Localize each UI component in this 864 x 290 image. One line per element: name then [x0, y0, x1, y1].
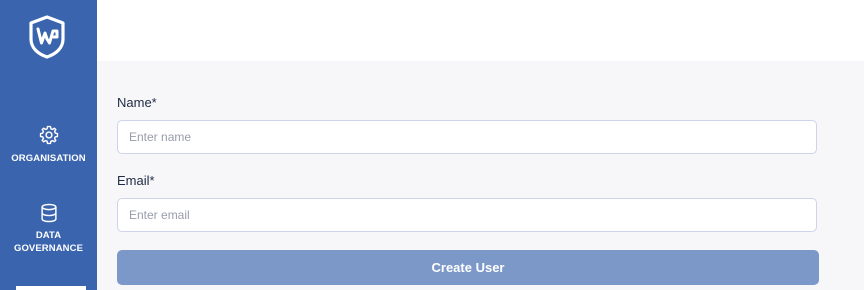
name-input[interactable] — [117, 120, 817, 154]
sidebar: ORGANISATION DATA GOVERNANCE — [0, 0, 97, 290]
sidebar-item-data-governance[interactable]: DATA GOVERNANCE — [0, 202, 97, 255]
sidebar-item-organisation[interactable]: ORGANISATION — [0, 124, 97, 165]
shield-w-logo-icon[interactable] — [28, 15, 66, 59]
email-label: Email* — [117, 173, 155, 188]
sidebar-item-label: GOVERNANCE — [13, 243, 84, 254]
name-label: Name* — [117, 95, 157, 110]
sidebar-bottom-divider — [16, 286, 86, 290]
gear-icon — [39, 125, 58, 145]
sidebar-item-label: DATA — [35, 230, 62, 241]
email-input[interactable] — [117, 198, 817, 232]
sidebar-item-label: ORGANISATION — [11, 153, 86, 164]
create-user-button[interactable]: Create User — [117, 250, 819, 285]
database-icon — [40, 203, 57, 223]
top-header-bar — [97, 0, 864, 61]
create-user-form: Name* Email* Create User — [97, 61, 864, 290]
